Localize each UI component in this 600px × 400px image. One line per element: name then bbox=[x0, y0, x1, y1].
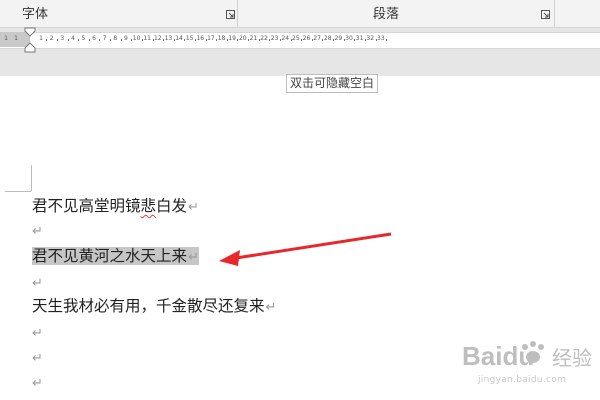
ruler-tick-mark bbox=[46, 39, 48, 41]
ruler-tick-label: 26 bbox=[302, 35, 311, 42]
ruler-tick-label: 4 bbox=[70, 35, 75, 42]
ruler-tick-label: 24 bbox=[281, 35, 290, 42]
font-dialog-launcher-icon[interactable] bbox=[226, 10, 235, 19]
ruler-tick-label: 7 bbox=[102, 35, 107, 42]
ruler-tick-mark bbox=[56, 39, 58, 41]
ruler-tick-label: 32 bbox=[366, 35, 375, 42]
ruler-tick-label: 3 bbox=[60, 35, 65, 42]
ruler-tick-label: 21 bbox=[249, 35, 258, 42]
ruler-tick-label: 9 bbox=[124, 35, 128, 42]
hide-whitespace-tooltip: 双击可隐藏空白 bbox=[286, 74, 379, 93]
ruler-tick-label: 2 bbox=[49, 35, 54, 42]
ribbon-group-font-label: 字体 bbox=[22, 7, 49, 22]
document-line-selected[interactable]: 君不见黄河之水天上来↵ bbox=[32, 246, 199, 268]
document-line-empty[interactable]: ↵ bbox=[32, 372, 43, 394]
ruler-tick-label: 19 bbox=[228, 35, 236, 42]
ruler-tick-mark bbox=[120, 39, 122, 41]
ruler-tick-label: 12 bbox=[153, 35, 162, 42]
ruler-tick-mark bbox=[386, 39, 388, 41]
ruler-tick-label: 25 bbox=[292, 35, 300, 42]
ruler-tick-label: 33 bbox=[377, 35, 385, 42]
watermark-url: jingyan.baidu.com bbox=[478, 375, 567, 385]
ruler-tick-label: 29 bbox=[334, 35, 343, 42]
ruler-tick-label: 14 bbox=[175, 35, 183, 42]
ruler-tick-label: 28 bbox=[323, 35, 332, 42]
ruler-tick-label: 8 bbox=[113, 35, 118, 42]
ruler-tick-mark bbox=[67, 39, 69, 41]
ribbon-group-labels: 字体 段落 bbox=[0, 0, 600, 28]
paragraph-dialog-launcher-icon[interactable] bbox=[541, 10, 550, 19]
ribbon-group-paragraph-label: 段落 bbox=[373, 7, 400, 22]
ruler-tick-label: 16 bbox=[196, 35, 205, 42]
paragraph-mark-icon: ↵ bbox=[32, 351, 43, 366]
ruler-tick-label: 30 bbox=[345, 35, 353, 42]
line-text: 君不见高堂明镜 bbox=[32, 197, 141, 215]
paragraph-mark-icon: ↵ bbox=[265, 300, 277, 315]
document-line[interactable]: 天生我材必有用，千金散尽还复来↵ bbox=[32, 296, 276, 318]
baidu-logo-icon: Baidu 经验 bbox=[462, 341, 592, 371]
ruler-tick-label: 6 bbox=[92, 35, 97, 42]
ruler-tick-label: 10 bbox=[132, 35, 141, 42]
ruler-tick-label: 20 bbox=[238, 35, 247, 42]
paragraph-mark-icon: ↵ bbox=[32, 224, 43, 239]
document-line-empty[interactable]: ↵ bbox=[32, 322, 43, 344]
selected-text: 君不见黄河之水天上来 bbox=[32, 247, 188, 265]
paragraph-mark-icon: ↵ bbox=[32, 326, 43, 341]
margin-corner-mark bbox=[31, 165, 32, 191]
ruler-tick-label: 17 bbox=[207, 35, 215, 42]
svg-text:经验: 经验 bbox=[552, 346, 592, 370]
ruler-tick-mark bbox=[78, 39, 80, 41]
indent-marker-icon[interactable] bbox=[24, 27, 36, 53]
ruler-tick-label: 22 bbox=[260, 35, 268, 42]
line-text: 天生我材必有用，千金散尽还复来 bbox=[32, 297, 265, 315]
ruler-tick-label: 1 bbox=[14, 35, 18, 42]
ruler-tick-label: 1 bbox=[39, 35, 43, 42]
ruler-tick-label: 18 bbox=[217, 35, 226, 42]
ruler-tick-label: 13 bbox=[164, 35, 173, 42]
margin-corner-mark bbox=[5, 191, 31, 192]
ribbon-group-separator bbox=[237, 0, 238, 27]
ruler-tick-mark bbox=[88, 39, 90, 41]
document-line-empty[interactable]: ↵ bbox=[32, 220, 43, 242]
misspelled-word[interactable]: 悲 bbox=[141, 197, 157, 215]
ruler-tick-label: 23 bbox=[270, 35, 279, 42]
ruler-tick-mark bbox=[110, 39, 112, 41]
ruler-tick-label: 27 bbox=[313, 35, 321, 42]
ruler-tick-mark bbox=[99, 39, 101, 41]
paragraph-mark-icon: ↵ bbox=[32, 276, 43, 291]
ruler-tick-label: 11 bbox=[143, 35, 152, 42]
document-line-empty[interactable]: ↵ bbox=[32, 272, 43, 294]
paragraph-mark-icon: ↵ bbox=[188, 200, 199, 215]
ruler-tick-label: 1 bbox=[4, 35, 8, 42]
ruler-tick-label: 15 bbox=[185, 35, 194, 42]
paragraph-mark-icon: ↵ bbox=[32, 376, 43, 391]
paragraph-mark-icon: ↵ bbox=[188, 250, 199, 265]
line-text: 白发 bbox=[156, 197, 188, 215]
document-line[interactable]: 君不见高堂明镜悲白发↵ bbox=[32, 196, 199, 218]
document-line-empty[interactable]: ↵ bbox=[32, 347, 43, 369]
ribbon-group-separator bbox=[554, 0, 555, 27]
ruler-tick-label: 31 bbox=[355, 35, 364, 42]
ruler-tick-label: 5 bbox=[81, 35, 86, 42]
baidu-jingyan-watermark: Baidu 经验 jingyan.baidu.com bbox=[458, 333, 598, 393]
